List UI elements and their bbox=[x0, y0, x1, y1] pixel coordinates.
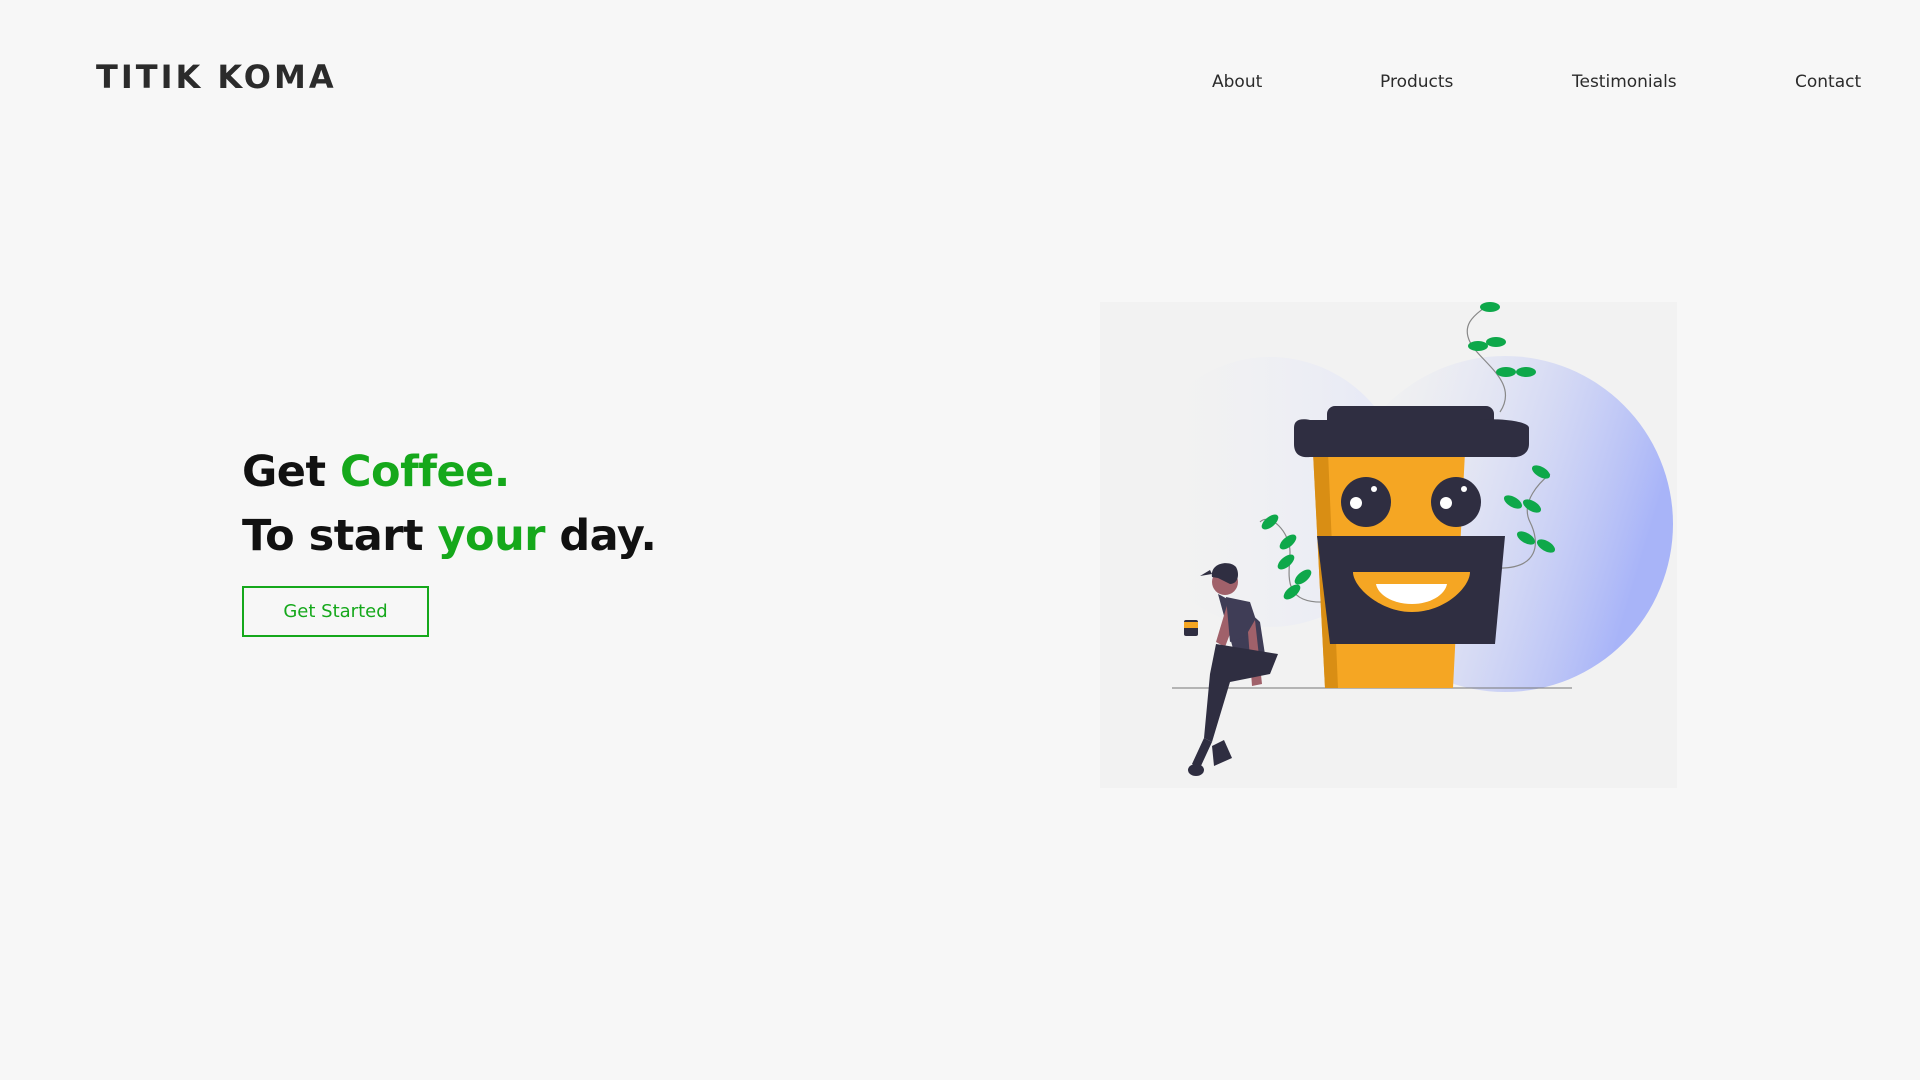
right-eye bbox=[1431, 477, 1481, 527]
leaf-icon bbox=[1480, 302, 1500, 312]
landing-page: TITIK KOMA About Products Testimonials C… bbox=[0, 0, 1920, 1080]
leaf-icon bbox=[1486, 337, 1506, 347]
hero-headline: Get Coffee. To start your day. bbox=[242, 440, 657, 568]
leaf-icon bbox=[1496, 367, 1516, 377]
get-started-button[interactable]: Get Started bbox=[242, 586, 429, 637]
headline-line-2: To start your day. bbox=[242, 511, 657, 561]
right-eye-highlight bbox=[1440, 497, 1452, 509]
nav-about[interactable]: About bbox=[1212, 72, 1262, 92]
headline-line-1: Get Coffee. bbox=[242, 447, 510, 497]
brand-logo[interactable]: TITIK KOMA bbox=[96, 58, 337, 96]
cup-lid bbox=[1294, 419, 1529, 458]
leaf-icon bbox=[1516, 367, 1536, 377]
headline-text: To start bbox=[242, 511, 438, 561]
left-eye bbox=[1341, 477, 1391, 527]
nav-testimonials[interactable]: Testimonials bbox=[1572, 72, 1677, 92]
headline-accent-coffee: Coffee. bbox=[339, 447, 510, 497]
coffee-illustration-svg bbox=[1135, 302, 1673, 776]
headline-text: day. bbox=[544, 511, 657, 561]
leaf-icon bbox=[1468, 341, 1488, 351]
headline-text: Get bbox=[242, 447, 340, 497]
headline-accent-your: your bbox=[437, 511, 546, 561]
left-eye-highlight bbox=[1350, 497, 1362, 509]
left-eye-sparkle bbox=[1371, 486, 1377, 492]
right-eye-sparkle bbox=[1461, 486, 1467, 492]
coffee-cup-illustration bbox=[1100, 302, 1677, 788]
nav-products[interactable]: Products bbox=[1380, 72, 1453, 92]
nav-contact[interactable]: Contact bbox=[1795, 72, 1861, 92]
